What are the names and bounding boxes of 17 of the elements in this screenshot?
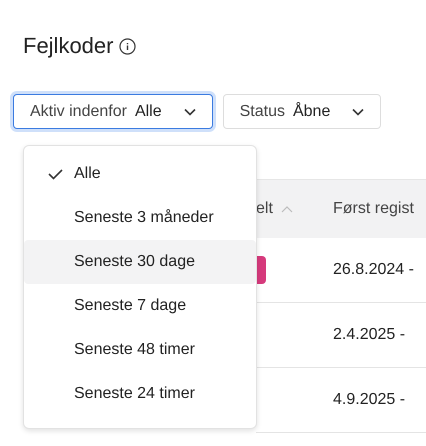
info-icon[interactable] <box>119 38 136 54</box>
menu-item[interactable]: Seneste 24 timer <box>24 372 256 416</box>
menu-item[interactable]: Seneste 7 dage <box>24 284 256 328</box>
column-header[interactable]: elt <box>256 200 273 218</box>
menu-item[interactable]: Alle <box>24 152 256 196</box>
page-title: Fejlkoder <box>23 33 114 59</box>
table-cell: 4.9.2025 - <box>333 391 406 408</box>
filter-dropdown[interactable]: Status Åbne <box>222 94 382 129</box>
caret-icon <box>184 108 196 116</box>
filter-dropdown[interactable]: Aktiv indenfor Alle <box>13 94 213 129</box>
menu-item[interactable]: Seneste 30 dage <box>24 240 256 284</box>
menu-item[interactable]: Seneste 48 timer <box>24 328 256 372</box>
table-cell: 26.8.2024 - <box>333 261 414 278</box>
table-cell: 2.4.2025 - <box>333 326 406 343</box>
column-header[interactable]: Først regist <box>333 200 414 217</box>
menu-item[interactable]: Seneste 3 måneder <box>24 196 256 240</box>
caret-icon <box>352 108 364 116</box>
